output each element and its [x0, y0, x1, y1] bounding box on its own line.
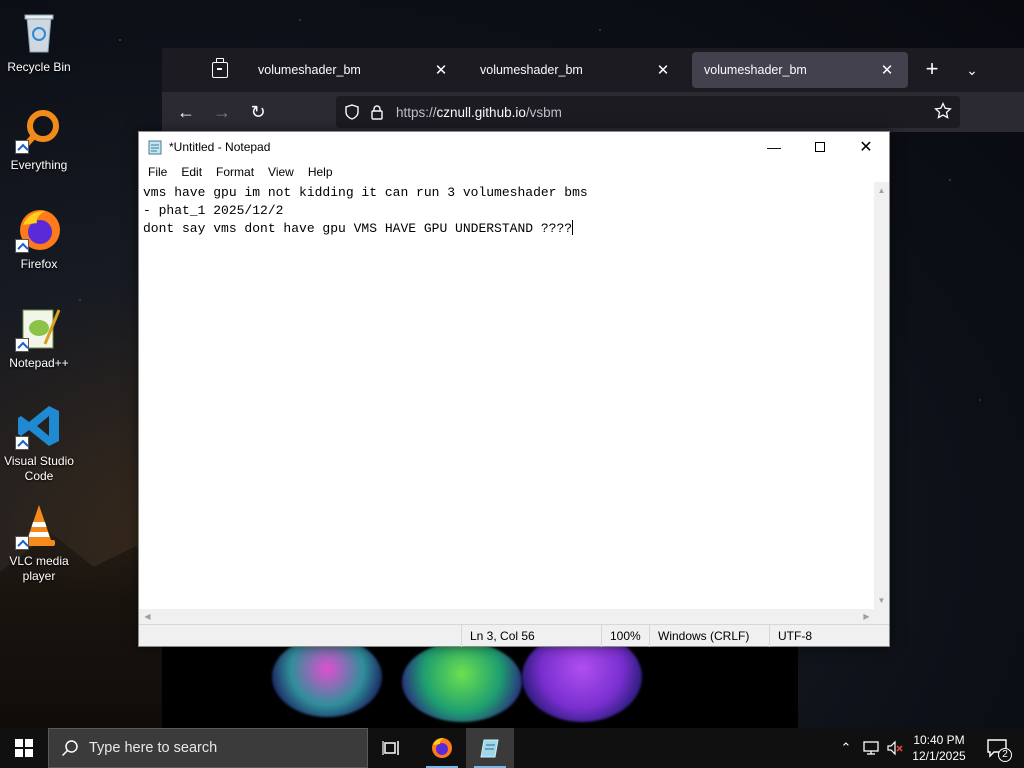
close-button[interactable]: ✕ [843, 132, 889, 162]
windows-logo-icon [15, 739, 33, 757]
text-line: dont say vms dont have gpu VMS HAVE GPU … [143, 221, 573, 236]
tab-manager-icon[interactable] [212, 58, 228, 78]
status-encoding: UTF-8 [769, 625, 889, 647]
shortcut-arrow-icon [15, 239, 29, 253]
shortcut-arrow-icon [15, 140, 29, 154]
shield-icon[interactable] [344, 104, 360, 120]
show-hidden-icons-chevron-up-icon[interactable]: ⌃ [836, 728, 856, 768]
scroll-right-arrow-icon[interactable]: ▶ [858, 609, 875, 624]
desktop: volumeshader_bm ✕ volumeshader_bm ✕ volu… [0, 0, 1024, 728]
firefox-icon [432, 738, 452, 758]
taskbar-firefox[interactable] [418, 728, 466, 768]
minimize-button[interactable]: — [751, 132, 797, 162]
status-line-ending: Windows (CRLF) [649, 625, 769, 647]
menu-view[interactable]: View [261, 165, 301, 179]
tab-volumeshader-2[interactable]: volumeshader_bm ✕ [468, 52, 684, 88]
desktop-icon-vscode[interactable]: Visual Studio Code [2, 402, 76, 484]
new-tab-icon[interactable]: + [920, 58, 944, 82]
text-line: vms have gpu im not kidding it can run 3… [143, 185, 588, 200]
tab-label: volumeshader_bm [258, 63, 361, 77]
firefox-tab-bar: volumeshader_bm ✕ volumeshader_bm ✕ volu… [162, 48, 1024, 92]
desktop-icon-label: Recycle Bin [7, 60, 71, 74]
desktop-icon-label: Notepad++ [9, 356, 69, 370]
desktop-icon-label: Firefox [20, 257, 58, 271]
volume-muted-icon[interactable] [884, 728, 906, 768]
notepad-app-icon[interactable] [147, 139, 163, 155]
url-bar[interactable]: https://cznull.github.io/vsbm [336, 96, 960, 128]
taskbar-notepad[interactable] [466, 728, 514, 768]
bookmark-star-icon[interactable] [934, 101, 952, 120]
scroll-up-arrow-icon[interactable]: ▲ [874, 182, 889, 199]
desktop-icon-notepad-plus-plus[interactable]: Notepad++ [2, 304, 76, 371]
task-view-button[interactable] [368, 728, 416, 768]
desktop-icon-vlc[interactable]: VLC media player [2, 502, 76, 584]
notification-count-badge: 2 [998, 748, 1012, 762]
clock-time: 10:40 PM [913, 733, 965, 747]
taskbar-clock[interactable]: 10:40 PM 12/1/2025 [904, 728, 974, 768]
status-cursor-position: Ln 3, Col 56 [461, 625, 601, 647]
vertical-scrollbar[interactable]: ▲ ▼ [874, 182, 889, 609]
taskbar: Type here to search ⌃ 10:40 PM 12/1/2025… [0, 728, 1024, 768]
taskbar-search-box[interactable]: Type here to search [48, 728, 368, 768]
back-arrow-icon[interactable]: ← [172, 98, 200, 126]
recycle-bin-icon [15, 8, 63, 56]
maximize-button[interactable] [797, 132, 843, 162]
shortcut-arrow-icon [15, 338, 29, 352]
horizontal-scrollbar[interactable]: ◀ ▶ [139, 609, 875, 624]
list-tabs-chevron-down-icon[interactable]: ⌄ [962, 58, 982, 82]
desktop-icon-everything[interactable]: Everything [2, 106, 76, 173]
text-caret [572, 220, 574, 235]
search-icon [61, 739, 79, 757]
desktop-icon-label: VLC media player [9, 554, 69, 583]
clock-date: 12/1/2025 [912, 749, 966, 763]
notepad-window: *Untitled - Notepad — ✕ File Edit Format… [138, 131, 890, 647]
menu-file[interactable]: File [141, 165, 174, 179]
desktop-icon-recycle-bin[interactable]: Recycle Bin [2, 8, 76, 75]
menu-help[interactable]: Help [301, 165, 340, 179]
close-tab-icon[interactable]: ✕ [878, 61, 896, 79]
scroll-down-arrow-icon[interactable]: ▼ [874, 592, 889, 609]
desktop-icon-firefox[interactable]: Firefox [2, 205, 76, 272]
close-tab-icon[interactable]: ✕ [654, 61, 672, 79]
volumeshader-fractal-render [272, 637, 382, 717]
tab-volumeshader-3[interactable]: volumeshader_bm ✕ [692, 52, 908, 88]
notepad-icon [480, 739, 499, 758]
scroll-left-arrow-icon[interactable]: ◀ [139, 609, 156, 624]
forward-arrow-icon[interactable]: → [208, 98, 236, 126]
lock-icon[interactable] [370, 104, 384, 120]
url-path: /vsbm [525, 104, 562, 120]
notepad-plus-plus-icon [15, 304, 63, 352]
window-title: *Untitled - Notepad [169, 140, 271, 154]
everything-search-icon [15, 106, 63, 154]
start-button[interactable] [0, 728, 48, 768]
firefox-icon [15, 205, 63, 253]
desktop-icon-label: Everything [10, 158, 68, 172]
shortcut-arrow-icon [15, 436, 29, 450]
shortcut-arrow-icon [15, 536, 29, 550]
menu-edit[interactable]: Edit [174, 165, 209, 179]
tab-label: volumeshader_bm [480, 63, 583, 77]
task-view-icon [382, 741, 399, 755]
url-domain: cznull.github.io [436, 104, 526, 120]
action-center-button[interactable]: 2 [978, 728, 1016, 768]
status-bar: Ln 3, Col 56 100% Windows (CRLF) UTF-8 [139, 624, 889, 647]
text-editor[interactable]: vms have gpu im not kidding it can run 3… [139, 182, 875, 609]
close-tab-icon[interactable]: ✕ [432, 61, 450, 79]
notepad-title-bar[interactable]: *Untitled - Notepad — ✕ [139, 132, 889, 162]
network-icon[interactable] [860, 728, 882, 768]
tab-label: volumeshader_bm [704, 63, 807, 77]
desktop-icon-label: Visual Studio Code [4, 454, 74, 483]
text-line: - phat_1 2025/12/2 [143, 203, 284, 218]
menu-format[interactable]: Format [209, 165, 261, 179]
reload-icon[interactable]: ↻ [244, 98, 272, 126]
vscode-icon [15, 402, 63, 450]
url-scheme: https:// [396, 104, 437, 120]
menu-bar: File Edit Format View Help [139, 162, 889, 182]
search-placeholder: Type here to search [89, 740, 218, 756]
tab-volumeshader-1[interactable]: volumeshader_bm ✕ [246, 52, 462, 88]
vlc-cone-icon [15, 502, 63, 550]
